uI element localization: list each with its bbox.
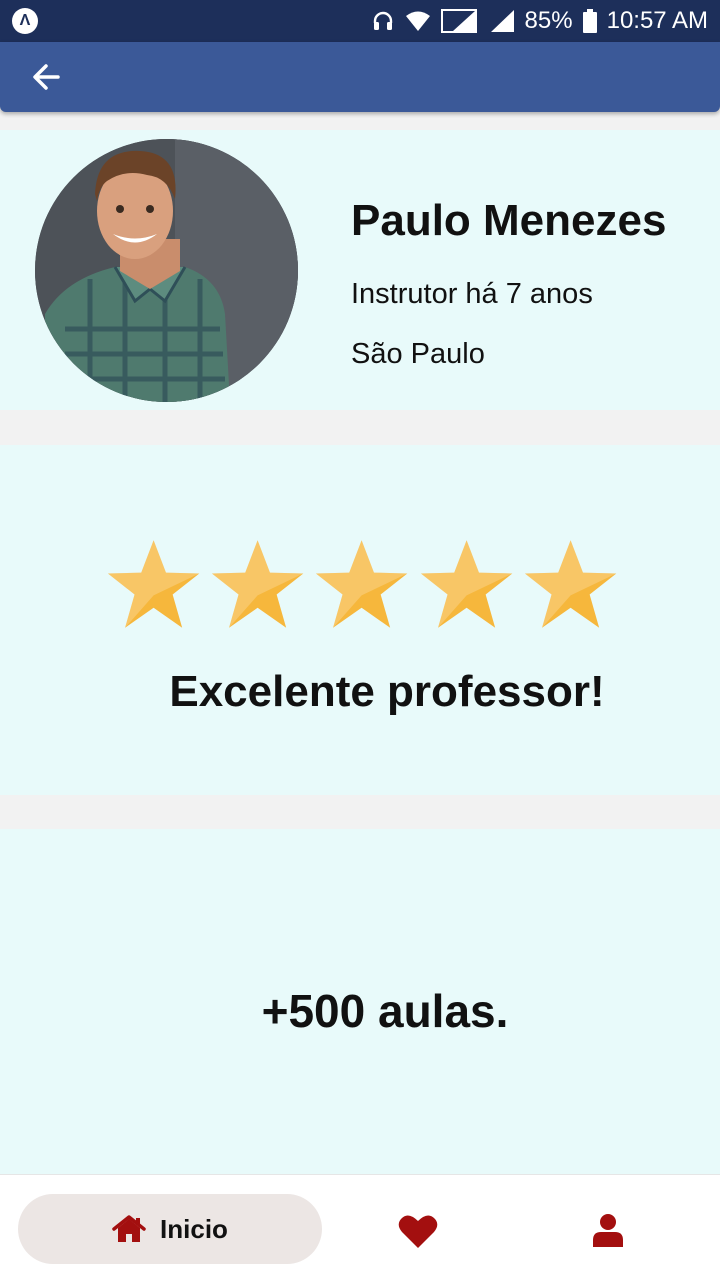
lessons-card: +500 aulas. [0, 829, 720, 1174]
star-icon [107, 540, 200, 628]
wifi-icon [405, 11, 430, 31]
status-time: 10:57 AM [606, 7, 708, 34]
profile-card: Paulo Menezes Instrutor há 7 anos São Pa… [0, 130, 720, 410]
status-icons: 85% 10:57 AM [371, 0, 708, 42]
nav-home-label: Inicio [160, 1213, 228, 1244]
nav-favorites-button[interactable] [398, 1213, 438, 1249]
review-text: Excelente professor! [169, 667, 605, 716]
headset-icon [373, 11, 392, 30]
home-icon [112, 1215, 146, 1242]
arrow-left-icon [33, 64, 60, 90]
app-notification-icon: Λ [12, 8, 38, 34]
profile-experience: Instrutor há 7 anos [351, 278, 593, 310]
app-bar [0, 42, 720, 112]
nav-home-button[interactable]: Inicio [18, 1194, 322, 1264]
signal-sim2-icon [490, 10, 514, 32]
heart-icon [398, 1215, 438, 1248]
profile-name: Paulo Menezes [351, 196, 667, 245]
battery-percentage: 85% [524, 7, 573, 34]
avatar-photo [35, 139, 298, 402]
star-rating [106, 537, 618, 631]
star-icon [420, 540, 512, 628]
star-icon [212, 540, 304, 628]
signal-sim1-icon [440, 9, 477, 33]
battery-icon [582, 9, 597, 33]
profile-city: São Paulo [351, 338, 485, 370]
user-icon [593, 1214, 623, 1247]
star-icon [316, 540, 408, 628]
lessons-count: +500 aulas. [261, 985, 509, 1037]
rating-card: Excelente professor! [0, 445, 720, 795]
star-icon [524, 540, 617, 628]
avatar [35, 139, 298, 402]
back-button[interactable] [28, 59, 70, 95]
status-bar: Λ 85% 10:57 AM [0, 0, 720, 42]
bottom-nav: Inicio [0, 1174, 720, 1280]
nav-profile-button[interactable] [592, 1213, 624, 1247]
